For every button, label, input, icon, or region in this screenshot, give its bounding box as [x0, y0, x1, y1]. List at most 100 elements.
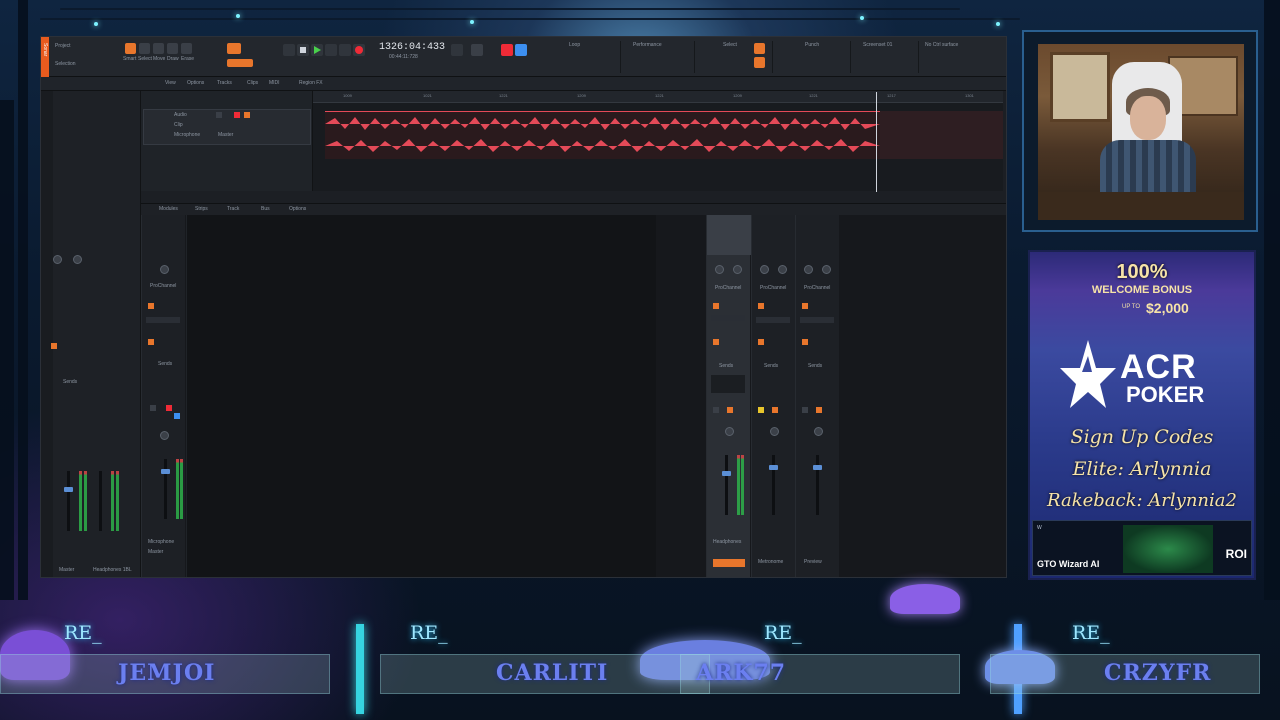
- volume-fader[interactable]: [816, 455, 819, 515]
- fx-bin-toggle[interactable]: [758, 339, 764, 345]
- punch-module[interactable]: Punch: [783, 41, 851, 73]
- fx-bin-toggle[interactable]: [148, 339, 154, 345]
- volume-knob[interactable]: [770, 427, 779, 436]
- volume-fader-cap[interactable]: [769, 465, 778, 470]
- mute-button[interactable]: [758, 407, 764, 413]
- play-button[interactable]: [311, 44, 323, 56]
- fx-slot[interactable]: [800, 317, 834, 323]
- fx-slot[interactable]: [711, 315, 745, 321]
- fx-bin-toggle[interactable]: [713, 339, 719, 345]
- inspector-fx-button[interactable]: [51, 343, 57, 349]
- snap-button[interactable]: [227, 43, 241, 54]
- screenset-module[interactable]: Screenset 01: [855, 41, 919, 73]
- mute-button[interactable]: [216, 112, 222, 118]
- input-echo-button[interactable]: [515, 44, 527, 56]
- control-surface-module[interactable]: No Ctrl surface: [919, 41, 999, 73]
- mute-button[interactable]: [802, 407, 808, 413]
- playhead[interactable]: [876, 92, 877, 192]
- volume-fader-cap[interactable]: [813, 465, 822, 470]
- loop-module[interactable]: Loop: [561, 41, 621, 73]
- input-echo-button[interactable]: [174, 413, 180, 419]
- mute-all-button[interactable]: [471, 44, 483, 56]
- gain-knob[interactable]: [715, 265, 724, 274]
- snap-value[interactable]: [227, 59, 253, 67]
- record-button[interactable]: [353, 44, 365, 56]
- gain-knob[interactable]: [804, 265, 813, 274]
- input-echo-track-button[interactable]: [244, 112, 250, 118]
- volume-fader-cap[interactable]: [722, 471, 731, 476]
- console-menu-modules[interactable]: Modules: [159, 206, 178, 212]
- volume-fader[interactable]: [772, 455, 775, 515]
- track-header[interactable]: Audio Clip Microphone Master: [143, 109, 311, 145]
- inspector-fader-1[interactable]: [67, 471, 70, 531]
- clips-pane[interactable]: [313, 103, 1003, 191]
- prochannel-enable[interactable]: [713, 303, 719, 309]
- fx-bin-toggle[interactable]: [802, 339, 808, 345]
- prochannel-enable[interactable]: [802, 303, 808, 309]
- menu-midi[interactable]: MIDI: [269, 80, 280, 86]
- draw-tool-button[interactable]: [167, 43, 178, 54]
- audio-clip[interactable]: [325, 111, 880, 159]
- strip-input[interactable]: Preview: [804, 559, 822, 565]
- volume-fader[interactable]: [164, 459, 167, 519]
- stop-button[interactable]: [297, 44, 309, 56]
- inspector-fader-cap-1[interactable]: [64, 487, 73, 492]
- record-arm-button[interactable]: [166, 405, 172, 411]
- send-slot[interactable]: [711, 375, 745, 393]
- menu-options[interactable]: Options: [187, 80, 204, 86]
- project-menu[interactable]: Project: [55, 43, 71, 49]
- master-bus-label[interactable]: [713, 559, 745, 567]
- console-menu-track[interactable]: Track: [227, 206, 239, 212]
- fx-slot[interactable]: [756, 317, 790, 323]
- inspector-pan-knob[interactable]: [73, 255, 82, 264]
- console-menu-strips[interactable]: Strips: [195, 206, 208, 212]
- snap-toggle-button[interactable]: [754, 43, 765, 54]
- record-arm-track-button[interactable]: [234, 112, 240, 118]
- volume-knob[interactable]: [725, 427, 734, 436]
- mute-button[interactable]: [150, 405, 156, 411]
- prochannel-enable[interactable]: [148, 303, 154, 309]
- volume-fader-cap[interactable]: [161, 469, 170, 474]
- track-name[interactable]: Audio: [174, 112, 187, 118]
- timeline-ruler[interactable]: 1009 1021 1221 1209 1221 1209 1221 1217 …: [313, 91, 1003, 103]
- menu-region-fx[interactable]: Region FX: [299, 80, 323, 86]
- inspector-tab-strip[interactable]: [41, 91, 53, 577]
- mute-button[interactable]: [713, 407, 719, 413]
- menu-view[interactable]: View: [165, 80, 176, 86]
- strip-input[interactable]: Microphone: [148, 539, 174, 545]
- pan-knob[interactable]: [160, 431, 169, 440]
- record-arm-button[interactable]: [772, 407, 778, 413]
- menu-clips[interactable]: Clips: [247, 80, 258, 86]
- time-display[interactable]: 1326:04:433: [379, 42, 445, 53]
- pan-knob[interactable]: [822, 265, 831, 274]
- erase-tool-button[interactable]: [181, 43, 192, 54]
- auto-punch-button[interactable]: [754, 57, 765, 68]
- pan-knob[interactable]: [778, 265, 787, 274]
- record-arm-button[interactable]: [727, 407, 733, 413]
- volume-knob[interactable]: [814, 427, 823, 436]
- move-tool-button[interactable]: [153, 43, 164, 54]
- pan-knob[interactable]: [733, 265, 742, 274]
- fast-forward-button[interactable]: [339, 44, 351, 56]
- gain-knob[interactable]: [760, 265, 769, 274]
- console-menu-bus[interactable]: Bus: [261, 206, 270, 212]
- menu-tracks[interactable]: Tracks: [217, 80, 232, 86]
- smart-tool-button[interactable]: [125, 43, 136, 54]
- strip-input[interactable]: Headphones: [713, 539, 741, 545]
- metronome-button[interactable]: [451, 44, 463, 56]
- gain-knob[interactable]: [160, 265, 169, 274]
- fx-slot[interactable]: [146, 317, 180, 323]
- record-arm-button[interactable]: [501, 44, 513, 56]
- record-arm-button[interactable]: [816, 407, 822, 413]
- pause-button[interactable]: [325, 44, 337, 56]
- selection-region[interactable]: [880, 111, 1003, 159]
- strip-output[interactable]: Master: [148, 549, 163, 555]
- rewind-button[interactable]: [283, 44, 295, 56]
- inspector-gain-knob[interactable]: [53, 255, 62, 264]
- console-menu-options[interactable]: Options: [289, 206, 306, 212]
- track-input[interactable]: Microphone: [174, 132, 200, 138]
- select-tool-button[interactable]: [139, 43, 150, 54]
- prochannel-enable[interactable]: [758, 303, 764, 309]
- inspector-fader-2[interactable]: [99, 471, 102, 531]
- track-output[interactable]: Master: [218, 132, 233, 138]
